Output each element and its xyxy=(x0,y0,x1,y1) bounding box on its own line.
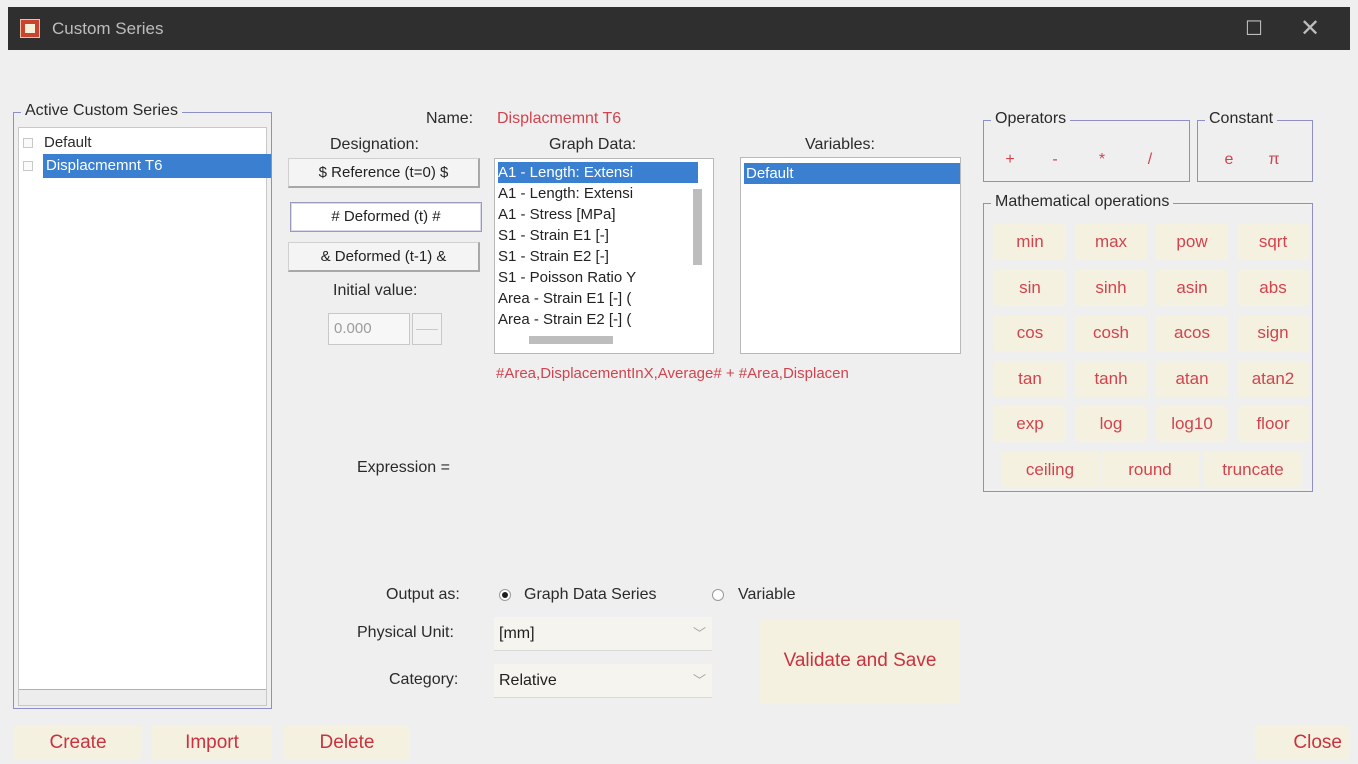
expression-label: Expression = xyxy=(357,459,450,476)
deformed-designation-button[interactable]: # Deformed (t) # xyxy=(290,202,482,232)
operators-group: Operators + - * / xyxy=(983,110,1190,182)
designation-label: Designation: xyxy=(330,136,419,153)
math-op-button-sinh[interactable]: sinh xyxy=(1075,269,1147,306)
math-op-button-atan[interactable]: atan xyxy=(1156,360,1228,397)
graph-data-item[interactable]: Area - Strain E2 [-] ( xyxy=(498,309,698,330)
series-item-default[interactable]: Default xyxy=(19,131,266,155)
name-label: Name: xyxy=(426,110,474,127)
graph-data-item[interactable]: Area - Strain E1 [-] ( xyxy=(498,288,698,309)
math-op-button-exp[interactable]: exp xyxy=(994,406,1066,442)
variables-label: Variables: xyxy=(805,136,875,153)
graph-data-list[interactable]: A1 - Length: Extensi A1 - Length: Extens… xyxy=(494,158,714,354)
category-value: Relative xyxy=(499,672,557,689)
series-horizontal-scrollbar[interactable] xyxy=(19,689,266,705)
title-bar: Custom Series ☐ ✕ xyxy=(8,7,1350,50)
math-op-button-cosh[interactable]: cosh xyxy=(1075,315,1147,351)
graph-data-series-option-label[interactable]: Graph Data Series xyxy=(524,586,657,604)
graph-data-label: Graph Data: xyxy=(549,136,637,153)
math-op-button-sign[interactable]: sign xyxy=(1237,315,1309,351)
math-op-button-truncate[interactable]: truncate xyxy=(1204,451,1302,488)
math-op-button-tan[interactable]: tan xyxy=(994,360,1066,397)
expression-preview: #Area,DisplacementInX,Average# + #Area,D… xyxy=(496,365,849,382)
output-as-label: Output as: xyxy=(386,586,460,603)
graph-data-series-radio[interactable] xyxy=(499,589,511,601)
math-operations-group: Mathematical operations min max pow sqrt sin… xyxy=(983,193,1313,492)
e-constant-button[interactable]: e xyxy=(1214,145,1244,175)
chevron-down-icon: ﹀ xyxy=(692,673,706,688)
validate-and-save-button[interactable]: Validate and Save xyxy=(760,619,960,703)
graph-data-item[interactable]: A1 - Length: Extensi xyxy=(498,162,698,183)
math-operations-title: Mathematical operations xyxy=(991,193,1174,211)
math-op-button-sqrt[interactable]: sqrt xyxy=(1237,224,1309,260)
deformed-previous-designation-button[interactable]: & Deformed (t-1) & xyxy=(288,242,480,272)
series-item-label: Default xyxy=(44,134,92,151)
reference-designation-button[interactable]: $ Reference (t=0) $ xyxy=(288,158,480,188)
chevron-down-icon: ﹀ xyxy=(692,626,706,641)
math-op-button-min[interactable]: min xyxy=(994,224,1066,260)
math-op-button-tanh[interactable]: tanh xyxy=(1075,360,1147,397)
math-op-button-atan2[interactable]: atan2 xyxy=(1237,360,1309,397)
variable-radio[interactable] xyxy=(712,589,724,601)
series-list[interactable]: Default Displacmemnt T6 xyxy=(18,127,271,706)
minus-operator-button[interactable]: - xyxy=(1040,145,1070,175)
active-custom-series-group: Active Custom Series Default Displacmemn… xyxy=(13,102,272,709)
divide-operator-button[interactable]: / xyxy=(1135,145,1165,175)
math-op-button-asin[interactable]: asin xyxy=(1156,269,1228,306)
maximize-button[interactable]: ☐ xyxy=(1232,13,1276,45)
checkbox-icon[interactable] xyxy=(23,138,33,148)
physical-unit-label: Physical Unit: xyxy=(357,624,454,641)
constant-title: Constant xyxy=(1205,110,1278,128)
operators-title: Operators xyxy=(991,110,1071,128)
graph-data-item[interactable]: A1 - Stress [MPa] xyxy=(498,204,698,225)
math-op-button-acos[interactable]: acos xyxy=(1156,315,1228,351)
math-op-button-sin[interactable]: sin xyxy=(994,269,1066,306)
app-logo-icon xyxy=(20,19,40,38)
math-op-button-round[interactable]: round xyxy=(1101,451,1199,488)
custom-series-window: Custom Series ☐ ✕ Active Custom Series D… xyxy=(0,0,1358,764)
active-custom-series-title: Active Custom Series xyxy=(21,102,182,120)
plus-operator-button[interactable]: + xyxy=(995,145,1025,175)
graph-data-item[interactable]: S1 - Poisson Ratio Y xyxy=(498,267,698,288)
graph-data-horizontal-scrollbar[interactable] xyxy=(529,336,613,344)
initial-value-input[interactable]: 0.000 xyxy=(328,313,410,345)
series-item-label: Displacmemnt T6 xyxy=(43,154,271,178)
close-button[interactable]: Close xyxy=(1255,726,1350,759)
pi-constant-button[interactable]: π xyxy=(1259,145,1289,175)
graph-data-vertical-scrollbar[interactable] xyxy=(693,189,702,265)
math-op-button-floor[interactable]: floor xyxy=(1237,406,1309,442)
variable-option-label[interactable]: Variable xyxy=(738,586,796,604)
math-op-button-max[interactable]: max xyxy=(1075,224,1147,260)
series-item-displacement-t6[interactable]: Displacmemnt T6 xyxy=(19,154,271,178)
initial-value-label: Initial value: xyxy=(333,282,418,299)
graph-data-item[interactable]: S1 - Strain E1 [-] xyxy=(498,225,698,246)
graph-data-item[interactable]: S1 - Strain E2 [-] xyxy=(498,246,698,267)
category-label: Category: xyxy=(389,671,459,688)
constant-group: Constant e π xyxy=(1197,110,1313,182)
variable-item[interactable]: Default xyxy=(744,163,960,184)
math-op-button-pow[interactable]: pow xyxy=(1156,224,1228,260)
physical-unit-value: [mm] xyxy=(499,625,535,642)
math-op-button-log[interactable]: log xyxy=(1075,406,1147,442)
math-op-button-cos[interactable]: cos xyxy=(994,315,1066,351)
create-button[interactable]: Create xyxy=(14,726,142,759)
window-title: Custom Series xyxy=(52,19,164,38)
import-button[interactable]: Import xyxy=(152,726,272,759)
variables-list[interactable]: Default xyxy=(740,157,961,354)
initial-value-spinner[interactable] xyxy=(412,313,442,345)
multiply-operator-button[interactable]: * xyxy=(1087,145,1117,175)
close-window-button[interactable]: ✕ xyxy=(1288,13,1332,45)
math-op-button-log10[interactable]: log10 xyxy=(1156,406,1228,442)
delete-button[interactable]: Delete xyxy=(284,726,410,759)
physical-unit-select[interactable]: [mm] ﹀ xyxy=(494,617,712,651)
math-op-button-ceiling[interactable]: ceiling xyxy=(1001,451,1099,488)
category-select[interactable]: Relative ﹀ xyxy=(494,664,712,698)
checkbox-icon[interactable] xyxy=(23,161,33,171)
graph-data-item[interactable]: A1 - Length: Extensi xyxy=(498,183,698,204)
name-value[interactable]: Displacmemnt T6 xyxy=(497,110,621,128)
math-op-button-abs[interactable]: abs xyxy=(1237,269,1309,306)
